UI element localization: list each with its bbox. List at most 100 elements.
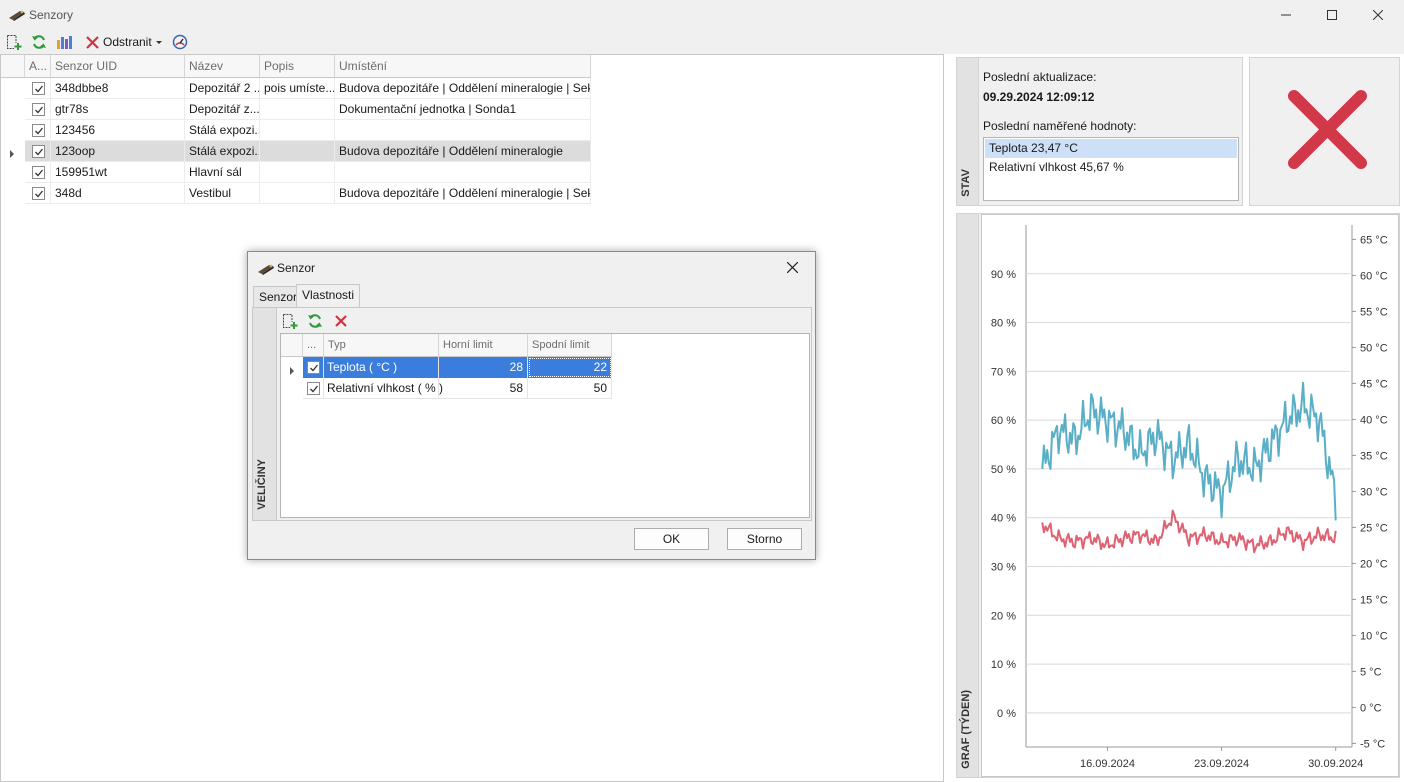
- y-right-tick-label: 65 °C: [1360, 234, 1388, 246]
- close-window-button[interactable]: [1355, 0, 1401, 30]
- status-group-strip: STAV: [957, 58, 979, 205]
- gauge-icon: [172, 34, 188, 50]
- table-row[interactable]: gtr78s Depozitář z... Dokumentační jedno…: [25, 99, 591, 120]
- checkbox-checked-icon[interactable]: [32, 166, 45, 179]
- type-cell: Teplota ( °C ): [324, 357, 439, 378]
- table-row-selected[interactable]: 123oop Stálá expozi... Budova depozitáře…: [25, 141, 591, 162]
- column-header-location[interactable]: Umístění: [335, 55, 591, 78]
- dialog-delete-button[interactable]: [334, 314, 348, 331]
- location-cell: Dokumentační jednotka | Sonda1: [335, 99, 591, 120]
- uid-cell: 123oop: [51, 141, 185, 162]
- add-document-icon: [283, 314, 298, 329]
- dialog-add-button[interactable]: [282, 313, 298, 332]
- list-item[interactable]: Relativní vlhkost 45,67 %: [985, 158, 1237, 177]
- window-titlebar: Senzory: [0, 0, 1404, 30]
- alarm-status-panel: [1249, 57, 1400, 206]
- active-cell[interactable]: [25, 183, 51, 204]
- checkbox-checked-icon[interactable]: [307, 361, 320, 374]
- active-cell[interactable]: [303, 378, 324, 399]
- last-update-label: Poslední aktualizace:: [983, 70, 1097, 84]
- y-right-tick-label: 55 °C: [1360, 306, 1388, 318]
- chart-area[interactable]: 0 % 10 % 20 % 30 % 40 % 50 % 60 % 70 % 80 % 90 % -…: [981, 214, 1399, 777]
- sensor-app-icon: [9, 10, 25, 21]
- column-header-lower-limit[interactable]: Spodní limit: [528, 334, 612, 357]
- dropdown-arrow-icon: [155, 41, 162, 44]
- ok-button[interactable]: OK: [634, 528, 709, 550]
- sensor-app-icon: [258, 264, 274, 275]
- maximize-icon: [1327, 10, 1337, 20]
- column-header-type[interactable]: Typ: [324, 334, 439, 357]
- last-update-value: 09.29.2024 12:09:12: [983, 90, 1095, 104]
- y-right-tick-label: 0 °C: [1360, 702, 1382, 714]
- quantities-group-label: VELIČINY: [256, 459, 268, 510]
- active-cell[interactable]: [303, 357, 324, 378]
- active-cell[interactable]: [25, 99, 51, 120]
- lower-limit-cell[interactable]: 22: [528, 357, 612, 378]
- maximize-button[interactable]: [1309, 0, 1355, 30]
- dialog-refresh-button[interactable]: [307, 313, 323, 332]
- checkbox-checked-icon[interactable]: [307, 382, 320, 395]
- description-cell: pois umíste...: [260, 78, 335, 99]
- upper-limit-cell[interactable]: 58: [439, 378, 528, 399]
- last-values-list[interactable]: Teplota 23,47 °C Relativní vlhkost 45,67…: [983, 137, 1239, 201]
- table-row[interactable]: Relativní vlhkost ( % ) 58 50: [303, 378, 612, 399]
- add-document-icon: [7, 35, 22, 50]
- table-row[interactable]: 348d Vestibul Budova depozitáře | Odděle…: [25, 183, 591, 204]
- y-right-tick-label: 35 °C: [1360, 450, 1388, 462]
- lower-limit-cell[interactable]: 50: [528, 378, 612, 399]
- y-left-tick-label: 60 %: [991, 415, 1016, 427]
- upper-limit-cell[interactable]: 28: [439, 357, 528, 378]
- y-left-tick-label: 40 %: [991, 513, 1016, 525]
- active-cell[interactable]: [25, 141, 51, 162]
- checkbox-checked-icon[interactable]: [32, 82, 45, 95]
- dialog-title: Senzor: [277, 261, 316, 275]
- column-header-uid[interactable]: Senzor UID: [51, 55, 185, 78]
- column-header-name[interactable]: Název: [185, 55, 260, 78]
- delete-button[interactable]: Odstranit: [85, 33, 163, 51]
- y-left-tick-label: 30 %: [991, 561, 1016, 573]
- tab-vlastnosti[interactable]: Vlastnosti: [296, 284, 361, 309]
- current-row-indicator-icon: [9, 147, 17, 158]
- checkbox-checked-icon[interactable]: [32, 124, 45, 137]
- graph-panel: GRAF (TÝDEN) 0 % 10 % 20 % 30 % 40 % 50 % 60 %…: [956, 213, 1400, 778]
- table-row[interactable]: 123456 Stálá expozi...: [25, 120, 591, 141]
- main-toolbar: Odstranit: [0, 30, 1404, 54]
- checkbox-checked-icon[interactable]: [32, 187, 45, 200]
- dialog-close-button[interactable]: [769, 252, 815, 282]
- list-item[interactable]: Teplota 23,47 °C: [985, 139, 1237, 158]
- minimize-button[interactable]: [1263, 0, 1309, 30]
- x-tick-label: 23.09.2024: [1194, 758, 1249, 770]
- bar-chart-icon: [57, 36, 72, 49]
- add-sensor-button[interactable]: [6, 33, 22, 51]
- active-cell[interactable]: [25, 120, 51, 141]
- checkbox-checked-icon[interactable]: [32, 103, 45, 116]
- active-cell[interactable]: [25, 78, 51, 99]
- location-cell: [335, 162, 591, 183]
- status-group-label: STAV: [960, 169, 972, 197]
- location-cell: [335, 120, 591, 141]
- checkbox-checked-icon[interactable]: [32, 145, 45, 158]
- graph-group-strip: GRAF (TÝDEN): [957, 214, 979, 777]
- y-right-tick-label: -5 °C: [1360, 738, 1385, 750]
- description-cell: [260, 141, 335, 162]
- column-header-active[interactable]: ...: [303, 334, 324, 357]
- table-row[interactable]: 348dbbe8 Depozitář 2 ... pois umíste... …: [25, 78, 591, 99]
- gauge-button[interactable]: [172, 33, 188, 51]
- column-header-active[interactable]: A...: [25, 55, 51, 78]
- y-left-tick-label: 0 %: [997, 708, 1016, 720]
- refresh-button[interactable]: [31, 33, 47, 51]
- active-cell[interactable]: [25, 162, 51, 183]
- y-left-tick-label: 20 %: [991, 610, 1016, 622]
- chart-button[interactable]: [56, 33, 73, 51]
- cancel-button[interactable]: Storno: [727, 528, 802, 550]
- week-chart[interactable]: 0 % 10 % 20 % 30 % 40 % 50 % 60 % 70 % 80 % 90 % -…: [982, 215, 1398, 776]
- y-right-tick-label: 50 °C: [1360, 342, 1388, 354]
- column-header-description[interactable]: Popis: [260, 55, 335, 78]
- table-row[interactable]: 159951wt Hlavní sál: [25, 162, 591, 183]
- table-row-selected[interactable]: Teplota ( °C ) 28 22: [303, 357, 612, 378]
- uid-cell: 123456: [51, 120, 185, 141]
- y-right-tick-label: 45 °C: [1360, 378, 1388, 390]
- y-right-tick-label: 20 °C: [1360, 558, 1388, 570]
- x-tick-label: 30.09.2024: [1308, 758, 1363, 770]
- column-header-upper-limit[interactable]: Horní limit: [439, 334, 528, 357]
